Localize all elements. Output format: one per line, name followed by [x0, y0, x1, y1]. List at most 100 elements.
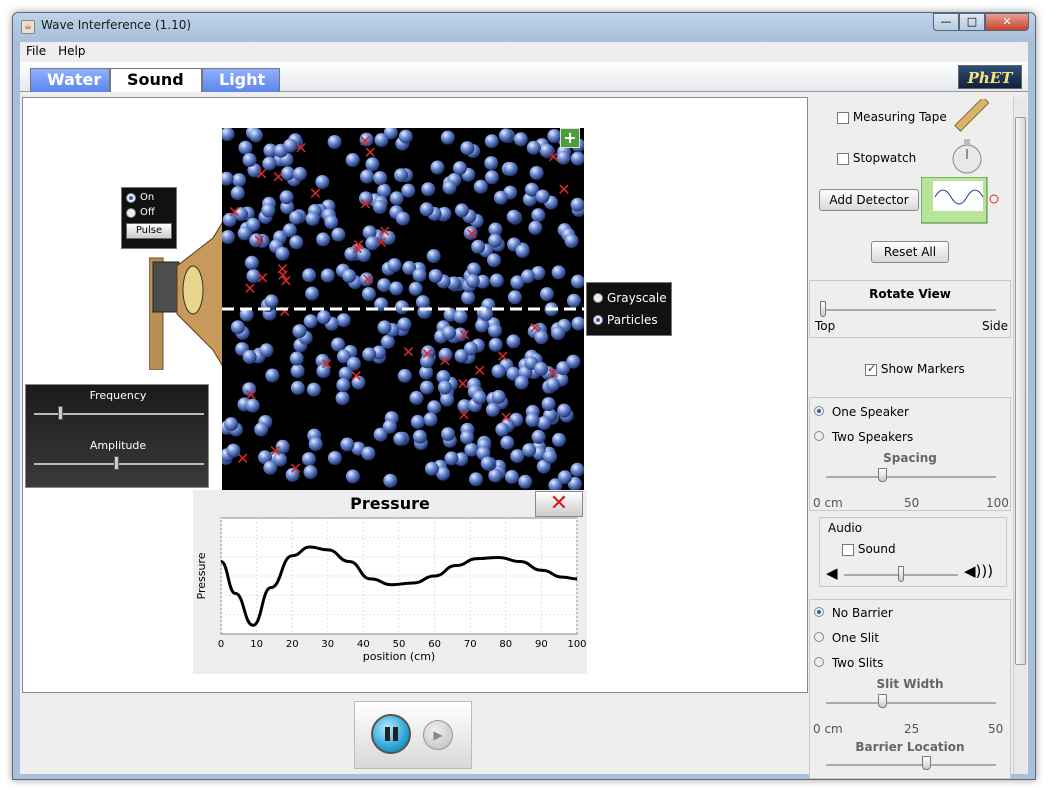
particle	[377, 183, 392, 198]
scrollbar-thumb[interactable]	[1015, 117, 1026, 665]
two-slits-radio[interactable]: Two Slits	[814, 656, 883, 670]
particle	[570, 197, 584, 212]
particle	[320, 268, 335, 283]
particle	[460, 430, 474, 445]
menu-help[interactable]: Help	[52, 42, 91, 60]
tab-light[interactable]: Light	[202, 68, 280, 92]
particle	[461, 290, 476, 305]
source-sliders-panel: Frequency Amplitude	[25, 384, 209, 488]
marker-particle-icon: ✕	[272, 168, 285, 187]
radio-icon	[814, 657, 824, 667]
particle	[336, 313, 351, 328]
minimize-button[interactable]: —	[933, 13, 959, 31]
spacing-slider[interactable]	[878, 468, 887, 482]
stopwatch-checkbox[interactable]: Stopwatch	[837, 151, 916, 165]
particle	[389, 281, 404, 296]
pause-button[interactable]	[371, 714, 411, 754]
control-panel-scrollbar[interactable]	[1013, 97, 1027, 774]
slit-width-slider[interactable]	[878, 694, 887, 708]
step-button[interactable]: ▶	[423, 720, 453, 750]
marker-particle-icon: ✕	[359, 194, 372, 213]
particle	[373, 171, 388, 185]
radio-icon	[814, 632, 824, 642]
particle	[484, 170, 499, 185]
marker-particle-icon: ✕	[255, 164, 268, 183]
x-axis-label: position (cm)	[363, 650, 435, 663]
particle	[570, 462, 584, 477]
x-tick-label: 20	[286, 639, 299, 650]
app-window: ☕ Wave Interference (1.10) — □ ✕ File He…	[12, 12, 1036, 780]
x-tick-label: 80	[499, 639, 512, 650]
particle-field[interactable]: ✕ ✕ ✕ ✕ ✕ ✕ ✕ ✕ ✕ ✕ ✕ ✕ ✕ ✕ ✕ ✕ ✕ ✕ ✕ ✕ ✕ ✕ ✕ ✕ ✕ ✕ ✕ ✕ ✕ ✕ ✕ ✕ ✕ ✕ ✕ ✕ ✕ ✕ ✕ ✕…	[222, 128, 584, 490]
maximize-button[interactable]: □	[959, 13, 985, 31]
amplitude-slider[interactable]	[114, 456, 119, 470]
particle	[316, 310, 331, 325]
client-area: File Help Water Sound Light PhET On Off …	[20, 42, 1028, 779]
marker-particle-icon: ✕	[294, 139, 307, 158]
marker-particle-icon: ✕	[496, 347, 509, 366]
barrier-location-slider[interactable]	[922, 756, 931, 770]
close-button[interactable]: ✕	[985, 13, 1029, 31]
checkbox-icon	[837, 111, 849, 124]
tab-sound[interactable]: Sound	[110, 68, 202, 92]
module-tabs: Water Sound Light PhET	[20, 62, 1028, 92]
particle	[230, 186, 245, 201]
particle	[469, 472, 483, 487]
particle	[308, 437, 323, 452]
particle	[442, 180, 457, 195]
particle	[345, 469, 360, 484]
volume-high-icon: ◀)))	[964, 562, 994, 580]
menu-file[interactable]: File	[20, 42, 52, 60]
marker-particle-icon: ✕	[499, 408, 512, 427]
particle	[415, 295, 430, 310]
particle	[394, 168, 408, 183]
phet-logo[interactable]: PhET	[958, 65, 1022, 89]
particle	[302, 268, 317, 283]
reset-all-button[interactable]: Reset All	[871, 241, 949, 263]
particle	[394, 300, 409, 315]
add-detector-button[interactable]: Add Detector	[819, 189, 919, 211]
particle-layer: ✕✕✕✕ ✕✕✕✕✕✕✕✕✕✕✕✕✕✕✕✕✕✕✕✕✕✕✕✕✕✕✕✕✕✕✕✕✕✕✕✕	[222, 128, 584, 490]
particle	[261, 203, 276, 218]
particle	[290, 380, 305, 395]
checkbox-icon	[865, 362, 877, 376]
playback-bar: ▶	[20, 695, 808, 774]
marker-particle-icon: ✕	[528, 319, 541, 338]
two-speakers-radio[interactable]: Two Speakers	[814, 430, 913, 444]
marker-particle-icon: ✕	[546, 364, 559, 383]
particle	[444, 451, 459, 466]
particles-radio[interactable]: Particles	[593, 313, 671, 327]
amplitude-label: Amplitude	[89, 439, 147, 452]
title-bar[interactable]: ☕ Wave Interference (1.10) — □ ✕	[13, 13, 1035, 41]
particle	[507, 290, 522, 305]
source-on-radio[interactable]: On	[126, 192, 176, 203]
spacing-mid-label: 50	[904, 496, 920, 510]
x-tick-label: 10	[250, 639, 263, 650]
tab-water[interactable]: Water	[30, 68, 110, 92]
particle	[504, 469, 519, 484]
show-markers-checkbox[interactable]: Show Markers	[865, 362, 965, 376]
slit-mid-label: 25	[904, 722, 920, 736]
volume-slider[interactable]	[898, 566, 904, 582]
source-off-radio[interactable]: Off	[126, 207, 176, 218]
frequency-slider[interactable]	[58, 406, 63, 420]
one-slit-radio[interactable]: One Slit	[814, 631, 879, 645]
measuring-tape-checkbox[interactable]: Measuring Tape	[837, 110, 947, 124]
window-title: Wave Interference (1.10)	[41, 18, 192, 32]
grayscale-radio[interactable]: Grayscale	[593, 291, 671, 305]
particle	[342, 269, 357, 284]
audio-label: Audio	[828, 521, 863, 535]
radio-icon	[126, 192, 136, 203]
one-speaker-radio[interactable]: One Speaker	[814, 405, 909, 419]
particle	[522, 443, 537, 458]
particle	[360, 169, 374, 184]
no-barrier-radio[interactable]: No Barrier	[814, 606, 893, 620]
zoom-in-button[interactable]: +	[560, 128, 580, 148]
marker-particle-icon: ✕	[252, 231, 265, 250]
rotate-view-slider[interactable]	[820, 301, 826, 317]
particle	[460, 141, 475, 156]
sound-checkbox[interactable]: Sound	[842, 542, 896, 556]
particle	[263, 460, 278, 475]
marker-particle-icon: ✕	[473, 361, 486, 380]
audio-group: Audio Sound ◀ ◀)))	[819, 517, 1007, 587]
